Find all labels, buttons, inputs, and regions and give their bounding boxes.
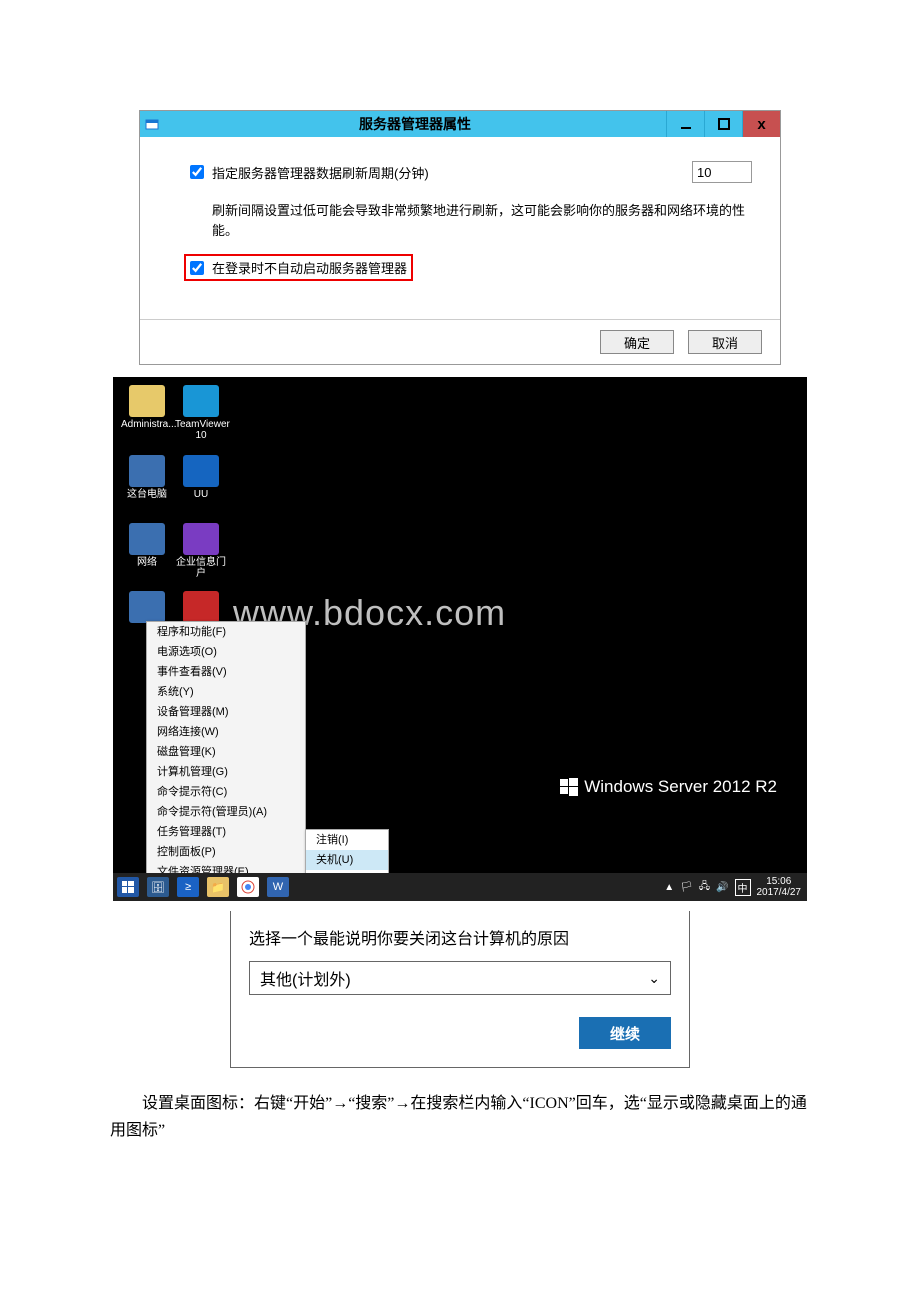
tray-chevron-icon[interactable]: ▲ [664, 882, 674, 893]
cancel-button[interactable]: 取消 [688, 330, 762, 354]
refresh-interval-row: 指定服务器管理器数据刷新周期(分钟) [190, 161, 752, 183]
refresh-interval-checkbox[interactable] [190, 165, 204, 179]
windows-logo-icon [560, 778, 578, 796]
submenu-item[interactable]: 注销(I) [306, 830, 388, 850]
refresh-interval-input[interactable] [692, 161, 752, 183]
no-autostart-checkbox[interactable] [190, 261, 204, 275]
context-menu-item[interactable]: 程序和功能(F) [147, 622, 305, 642]
shutdown-reason-select[interactable]: 其他(计划外) ⌄ [249, 961, 671, 995]
app-icon [140, 116, 164, 132]
taskbar-clock[interactable]: 15:06 2017/4/27 [757, 876, 802, 898]
dialog-title: 服务器管理器属性 [164, 114, 666, 134]
submenu-item[interactable]: 关机(U) [306, 850, 388, 870]
desktop-icon[interactable]: TeamViewer10 [175, 385, 227, 441]
desktop-icon[interactable]: 网络 [121, 523, 173, 568]
context-menu-item[interactable]: 计算机管理(G) [147, 762, 305, 782]
desktop-icon[interactable]: 企业信息门户 [175, 523, 227, 579]
context-menu-item[interactable]: 设备管理器(M) [147, 702, 305, 722]
context-menu-item[interactable]: 控制面板(P) [147, 842, 305, 862]
tray-ime-icon[interactable]: 中 [735, 879, 751, 896]
no-autostart-label: 在登录时不自动启动服务器管理器 [212, 258, 407, 277]
start-button[interactable] [117, 877, 139, 897]
instruction-paragraph: 设置桌面图标：右键“开始”→“搜索”→在搜索栏内输入“ICON”回车，选“显示或… [110, 1090, 810, 1144]
winx-context-menu[interactable]: 程序和功能(F)电源选项(O)事件查看器(V)系统(Y)设备管理器(M)网络连接… [146, 621, 306, 901]
shutdown-reason-dialog: 选择一个最能说明你要关闭这台计算机的原因 其他(计划外) ⌄ 继续 [230, 911, 690, 1068]
tray-network-icon[interactable]: 🖧 [699, 879, 710, 896]
context-menu-item[interactable]: 事件查看器(V) [147, 662, 305, 682]
context-menu-item[interactable]: 磁盘管理(K) [147, 742, 305, 762]
context-menu-item[interactable]: 命令提示符(C) [147, 782, 305, 802]
refresh-help-text: 刷新间隔设置过低可能会导致非常频繁地进行刷新，这可能会影响你的服务器和网络环境的… [190, 201, 752, 254]
os-brand: Windows Server 2012 R2 [560, 777, 777, 797]
shutdown-reason-value: 其他(计划外) [260, 966, 351, 990]
desktop-icon[interactable] [175, 591, 227, 625]
desktop-icon[interactable]: 这台电脑 [121, 455, 173, 500]
powershell-taskbar-icon[interactable]: ≥ [177, 877, 199, 897]
no-autostart-row: 在登录时不自动启动服务器管理器 [184, 254, 413, 281]
word-taskbar-icon[interactable]: W [267, 877, 289, 897]
server-manager-taskbar-icon[interactable]: 🗄 [147, 877, 169, 897]
context-menu-item[interactable]: 命令提示符(管理员)(A) [147, 802, 305, 822]
tray-flag-icon[interactable]: 🏳 [680, 882, 693, 893]
desktop-icon[interactable]: UU [175, 455, 227, 500]
desktop-icon[interactable] [121, 591, 173, 625]
server-manager-properties-dialog: 服务器管理器属性 x 指定服务器管理器数据刷新周期(分钟) 刷新间隔设置过低可能… [139, 110, 781, 365]
desktop-screenshot: Administra...TeamViewer10这台电脑UU网络企业信息门户 … [113, 377, 807, 901]
dialog-titlebar[interactable]: 服务器管理器属性 x [140, 111, 780, 137]
chrome-taskbar-icon[interactable] [237, 877, 259, 897]
context-menu-item[interactable]: 任务管理器(T) [147, 822, 305, 842]
shutdown-question: 选择一个最能说明你要关闭这台计算机的原因 [249, 925, 671, 949]
taskbar[interactable]: 🗄 ≥ 📁 W ▲ 🏳 🖧 🔊 中 15:06 2017/4/27 [113, 873, 807, 901]
context-menu-item[interactable]: 电源选项(O) [147, 642, 305, 662]
close-button[interactable]: x [742, 111, 780, 137]
context-menu-item[interactable]: 系统(Y) [147, 682, 305, 702]
ok-button[interactable]: 确定 [600, 330, 674, 354]
refresh-interval-label: 指定服务器管理器数据刷新周期(分钟) [212, 163, 684, 182]
chevron-down-icon: ⌄ [648, 970, 660, 987]
tray-volume-icon[interactable]: 🔊 [716, 882, 728, 893]
context-menu-item[interactable]: 网络连接(W) [147, 722, 305, 742]
minimize-button[interactable] [666, 111, 704, 137]
explorer-taskbar-icon[interactable]: 📁 [207, 877, 229, 897]
desktop-icon[interactable]: Administra... [121, 385, 173, 430]
maximize-button[interactable] [704, 111, 742, 137]
continue-button[interactable]: 继续 [579, 1017, 671, 1049]
